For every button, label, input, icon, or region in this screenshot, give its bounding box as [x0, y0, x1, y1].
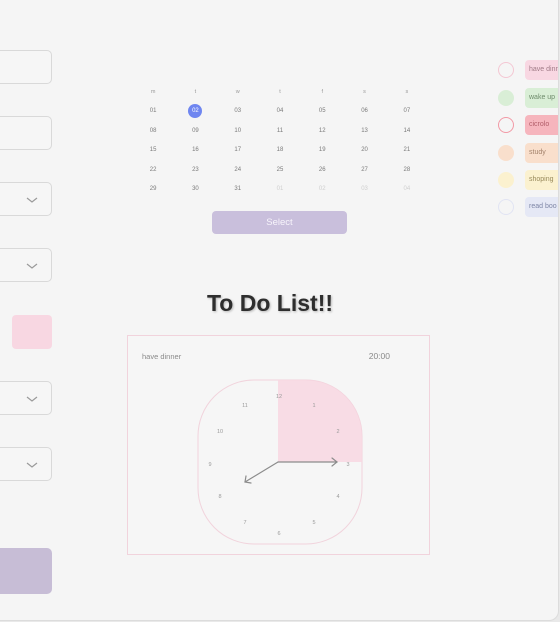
- color-picker-swatch[interactable]: [12, 315, 52, 349]
- task-label: have dinner: [525, 60, 558, 80]
- calendar-day-selected[interactable]: 02: [174, 104, 216, 119]
- time-elapsed-sector: [278, 380, 362, 462]
- task-checkbox[interactable]: [498, 62, 514, 78]
- clock-number: 12: [276, 394, 282, 400]
- clock-number: 5: [312, 520, 315, 526]
- calendar-day-next-month[interactable]: 02: [301, 186, 343, 192]
- clock-number: 2: [336, 429, 339, 435]
- clock-number: 10: [217, 429, 223, 435]
- weekday-label: t: [194, 88, 197, 95]
- task-checkbox[interactable]: [498, 199, 514, 215]
- calendar-day-next-month[interactable]: 01: [259, 186, 301, 192]
- task-label: cicrolo: [525, 115, 558, 135]
- calendar-week: 08 09 10 11 12 13 14: [132, 121, 428, 141]
- calendar-day[interactable]: 15: [132, 147, 174, 153]
- calendar-day[interactable]: 27: [343, 167, 385, 173]
- clock-number: 3: [346, 462, 349, 468]
- calendar: m t w t f s s 01 02 03 04 05 06 07 08 09…: [132, 82, 428, 199]
- clock-number: 6: [277, 531, 280, 537]
- calendar-day[interactable]: 07: [386, 108, 428, 114]
- task-label: read boo: [525, 197, 558, 217]
- task-checkbox-checked[interactable]: [498, 90, 514, 106]
- calendar-day[interactable]: 11: [259, 128, 301, 134]
- task-checkbox-checked[interactable]: [498, 172, 514, 188]
- clock-number: 7: [243, 520, 246, 526]
- task-label: study: [525, 143, 558, 163]
- calendar-day[interactable]: 17: [217, 147, 259, 153]
- calendar-day[interactable]: 03: [217, 108, 259, 114]
- calendar-day[interactable]: 13: [343, 128, 385, 134]
- calendar-day[interactable]: 14: [386, 128, 428, 134]
- task-checkbox[interactable]: [498, 117, 514, 133]
- text-input-1[interactable]: [0, 50, 52, 84]
- submit-button[interactable]: [0, 548, 52, 594]
- calendar-day[interactable]: 09: [174, 128, 216, 134]
- calendar-week: 22 23 24 25 26 27 28: [132, 160, 428, 180]
- chevron-down-icon: [26, 396, 38, 402]
- dropdown-1[interactable]: [0, 182, 52, 216]
- calendar-weekday-row: m t w t f s s: [132, 82, 428, 102]
- calendar-day[interactable]: 25: [259, 167, 301, 173]
- clock-number: 4: [336, 494, 339, 500]
- calendar-day[interactable]: 20: [343, 147, 385, 153]
- calendar-week: 01 02 03 04 05 06 07: [132, 102, 428, 122]
- clock-face: 12 1 2 3 4 5 6 7 8 9 10 11: [197, 379, 363, 545]
- calendar-day[interactable]: 18: [259, 147, 301, 153]
- weekday-label: s: [363, 88, 366, 95]
- weekday-label: w: [235, 88, 240, 95]
- calendar-day[interactable]: 01: [132, 108, 174, 114]
- chevron-down-icon: [26, 263, 38, 269]
- app-panel: m t w t f s s 01 02 03 04 05 06 07 08 09…: [0, 0, 559, 621]
- calendar-week: 15 16 17 18 19 20 21: [132, 141, 428, 161]
- weekday-label: s: [405, 88, 409, 95]
- task-clock-card: have dinner 20:00 12 1 2 3 4 5 6 7 8 9 1…: [127, 335, 430, 555]
- task-checkbox-checked[interactable]: [498, 145, 514, 161]
- calendar-day[interactable]: 28: [386, 167, 428, 173]
- calendar-day[interactable]: 24: [217, 167, 259, 173]
- clock-number: 11: [242, 403, 248, 409]
- chevron-down-icon: [26, 197, 38, 203]
- calendar-day[interactable]: 21: [386, 147, 428, 153]
- dropdown-4[interactable]: [0, 447, 52, 481]
- weekday-label: f: [321, 88, 324, 95]
- calendar-day[interactable]: 29: [132, 186, 174, 192]
- calendar-day[interactable]: 19: [301, 147, 343, 153]
- calendar-day[interactable]: 12: [301, 128, 343, 134]
- clock-number: 9: [208, 462, 211, 468]
- dropdown-2[interactable]: [0, 248, 52, 282]
- calendar-week: 29 30 31 01 02 03 04: [132, 180, 428, 200]
- calendar-day-next-month[interactable]: 03: [343, 186, 385, 192]
- calendar-day[interactable]: 30: [174, 186, 216, 192]
- clock-number: 8: [218, 494, 221, 500]
- weekday-label: t: [279, 88, 281, 95]
- weekday-label: m: [150, 88, 156, 95]
- calendar-day[interactable]: 23: [174, 167, 216, 173]
- chevron-down-icon: [26, 462, 38, 468]
- calendar-day[interactable]: 16: [174, 147, 216, 153]
- select-date-button[interactable]: Select: [212, 211, 347, 234]
- calendar-day[interactable]: 06: [343, 108, 385, 114]
- text-input-2[interactable]: [0, 116, 52, 150]
- calendar-day-next-month[interactable]: 04: [386, 186, 428, 192]
- dropdown-3[interactable]: [0, 381, 52, 415]
- clock-number: 1: [312, 403, 315, 409]
- calendar-day[interactable]: 10: [217, 128, 259, 134]
- task-label: wake up: [525, 88, 558, 108]
- page-title: To Do List!!: [206, 290, 334, 316]
- calendar-day[interactable]: 22: [132, 167, 174, 173]
- task-label: shoping: [525, 170, 558, 190]
- calendar-day[interactable]: 26: [301, 167, 343, 173]
- calendar-day[interactable]: 05: [301, 108, 343, 114]
- calendar-day[interactable]: 08: [132, 128, 174, 134]
- calendar-day[interactable]: 04: [259, 108, 301, 114]
- calendar-day[interactable]: 31: [217, 186, 259, 192]
